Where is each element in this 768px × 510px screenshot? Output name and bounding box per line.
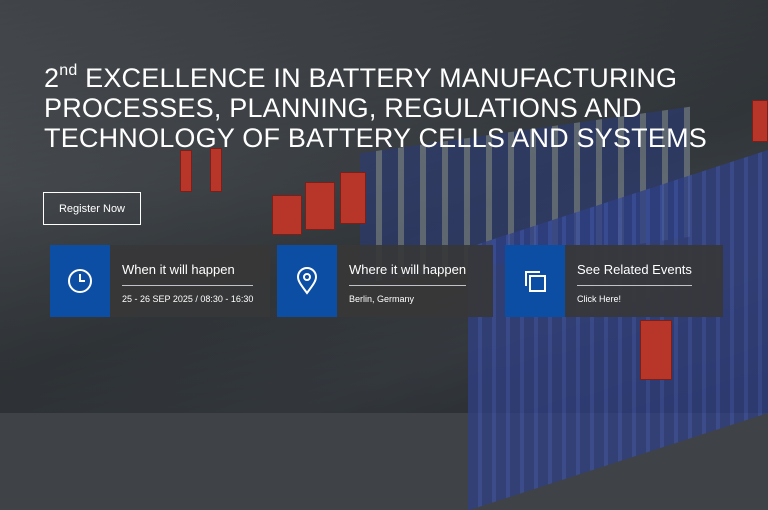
card-heading: When it will happen (122, 262, 254, 286)
event-location: Berlin, Germany (349, 294, 415, 304)
card-heading: See Related Events (577, 262, 692, 286)
sensor-decoration (210, 148, 222, 192)
sensor-decoration (340, 172, 366, 224)
sensor-decoration (305, 182, 335, 230)
register-now-button[interactable]: Register Now (43, 192, 141, 225)
related-events-link[interactable]: Click Here! (577, 294, 692, 304)
related-events-card[interactable]: See Related Events Click Here! (505, 245, 723, 317)
sensor-decoration (180, 150, 192, 192)
sensor-decoration (272, 195, 302, 235)
when-card: When it will happen 25 - 26 SEP 2025 / 0… (50, 245, 270, 317)
copy-squares-icon (505, 245, 565, 317)
card-heading: Where it will happen (349, 262, 467, 286)
clock-icon (50, 245, 110, 317)
page-title: 2nd EXCELLENCE IN BATTERY MANUFACTURING … (44, 62, 707, 153)
where-card: Where it will happen Berlin, Germany (277, 245, 493, 317)
location-pin-icon (277, 245, 337, 317)
event-date-time: 25 - 26 SEP 2025 / 08:30 - 16:30 (122, 294, 254, 304)
sensor-decoration (640, 320, 672, 380)
sensor-decoration (752, 100, 768, 142)
